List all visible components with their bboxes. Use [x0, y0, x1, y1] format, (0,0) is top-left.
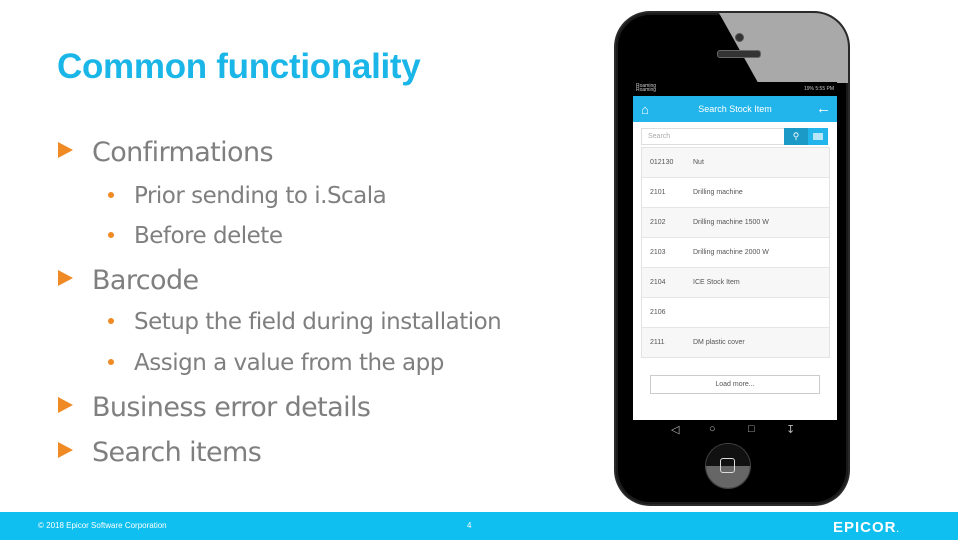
stock-item-list: 012130 Nut 2101 Drilling machine 2102 Drill…	[641, 147, 830, 358]
phone-screen: Roaming Roaming 19% 5:55 PM ⌂ Search Stoc…	[633, 82, 837, 420]
list-item[interactable]: 2102 Drilling machine 1500 W	[642, 208, 829, 238]
sub-bullet: Prior sending to i.Scala	[108, 183, 387, 209]
app-bar: ⌂ Search Stock Item ←	[633, 96, 837, 122]
back-icon[interactable]: ◁	[671, 423, 679, 436]
bullet-confirmations: Confirmations	[58, 137, 274, 168]
arrow-bullet-icon	[58, 142, 73, 158]
dot-bullet-icon	[108, 232, 114, 238]
slide-title: Common functionality	[57, 47, 421, 86]
sub-bullet: Assign a value from the app	[108, 350, 444, 376]
arrow-bullet-icon	[58, 397, 73, 413]
dot-bullet-icon	[108, 318, 114, 324]
arrow-bullet-icon	[58, 270, 73, 286]
phone-mockup: Roaming Roaming 19% 5:55 PM ⌂ Search Stoc…	[616, 13, 848, 504]
search-row: Search ⚲	[641, 128, 828, 145]
list-item[interactable]: 2111 DM plastic cover	[642, 328, 829, 357]
home-circle-icon[interactable]: ○	[709, 423, 716, 435]
app-title: Search Stock Item	[698, 104, 772, 114]
bullet-barcode: Barcode	[58, 265, 199, 296]
list-item[interactable]: 2101 Drilling machine	[642, 178, 829, 208]
hardware-home-button[interactable]	[706, 444, 750, 488]
camera-icon	[735, 33, 744, 42]
dot-bullet-icon	[108, 192, 114, 198]
android-nav-bar: ◁ ○ □ ↧	[633, 420, 837, 442]
load-more-button[interactable]: Load more...	[650, 375, 820, 394]
sub-bullet: Before delete	[108, 223, 283, 249]
barcode-icon	[813, 133, 823, 140]
search-button[interactable]: ⚲	[784, 128, 808, 145]
notifications-icon[interactable]: ↧	[786, 423, 795, 436]
sub-bullet: Setup the field during installation	[108, 309, 502, 335]
screen-glare	[719, 13, 848, 83]
list-item[interactable]: 2104 ICE Stock Item	[642, 268, 829, 298]
footer-bar: © 2018 Epicor Software Corporation 4 EPI…	[0, 512, 958, 540]
back-arrow-icon[interactable]: ←	[816, 100, 831, 117]
search-input[interactable]: Search	[641, 128, 785, 145]
search-icon: ⚲	[792, 131, 800, 141]
speaker-grille	[717, 50, 761, 58]
bullet-business-error: Business error details	[58, 392, 371, 423]
page-number: 4	[467, 521, 472, 530]
dot-bullet-icon	[108, 359, 114, 365]
status-indicators: 19% 5:55 PM	[803, 86, 834, 92]
recents-icon[interactable]: □	[748, 423, 755, 435]
list-item[interactable]: 2103 Drilling machine 2000 W	[642, 238, 829, 268]
arrow-bullet-icon	[58, 442, 73, 458]
epicor-logo: EPICOR.	[833, 519, 900, 536]
list-item[interactable]: 2106	[642, 298, 829, 328]
status-bar: Roaming Roaming 19% 5:55 PM	[633, 82, 837, 96]
barcode-button[interactable]	[808, 128, 828, 145]
bullet-search-items: Search items	[58, 437, 262, 468]
list-item[interactable]: 012130 Nut	[642, 148, 829, 178]
copyright-text: © 2018 Epicor Software Corporation	[38, 521, 167, 530]
home-square-icon	[720, 458, 735, 473]
